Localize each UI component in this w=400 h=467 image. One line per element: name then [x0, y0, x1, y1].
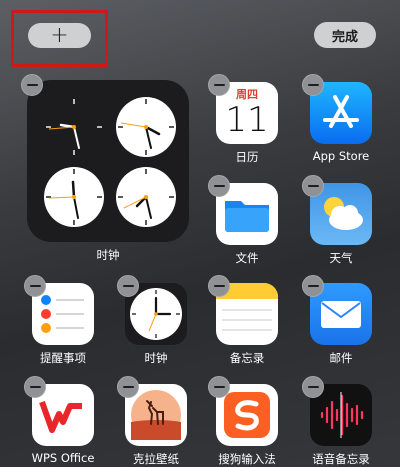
clock-widget[interactable] [27, 80, 189, 242]
clock-face-3 [44, 167, 104, 227]
remove-mail-button[interactable] [302, 275, 324, 297]
app-label: 语音备忘录 [312, 452, 370, 466]
done-button[interactable]: 完成 [314, 22, 376, 48]
app-label: 搜狗输入法 [218, 452, 276, 466]
app-label: App Store [312, 149, 370, 163]
app-label: 邮件 [329, 351, 353, 365]
clock-face-2 [116, 97, 176, 157]
clock-widget-label: 时钟 [96, 248, 120, 262]
remove-weather-button[interactable] [302, 175, 324, 197]
top-bar: + 完成 [0, 0, 400, 70]
remove-files-button[interactable] [208, 175, 230, 197]
remove-appstore-button[interactable] [302, 74, 324, 96]
app-label: 克拉壁纸 [133, 452, 179, 466]
remove-clock-button[interactable] [117, 275, 139, 297]
remove-kela-button[interactable] [117, 376, 139, 398]
remove-calendar-button[interactable] [208, 74, 230, 96]
app-label: 文件 [235, 251, 259, 265]
app-label: WPS Office [31, 451, 95, 465]
app-label: 时钟 [144, 351, 168, 365]
remove-sogou-button[interactable] [208, 376, 230, 398]
remove-reminders-button[interactable] [24, 275, 46, 297]
app-label: 备忘录 [229, 351, 265, 365]
remove-clock-widget-button[interactable] [21, 74, 43, 96]
calendar-day: 11 [225, 100, 269, 140]
app-label: 提醒事项 [40, 351, 86, 365]
remove-wps-button[interactable] [24, 376, 46, 398]
clock-face-1 [44, 97, 104, 157]
add-widget-button[interactable]: + [28, 23, 91, 48]
app-label: 天气 [329, 251, 353, 265]
clock-face-4 [116, 167, 176, 227]
remove-notes-button[interactable] [208, 275, 230, 297]
app-label: 日历 [235, 150, 259, 164]
remove-voice-memos-button[interactable] [302, 376, 324, 398]
